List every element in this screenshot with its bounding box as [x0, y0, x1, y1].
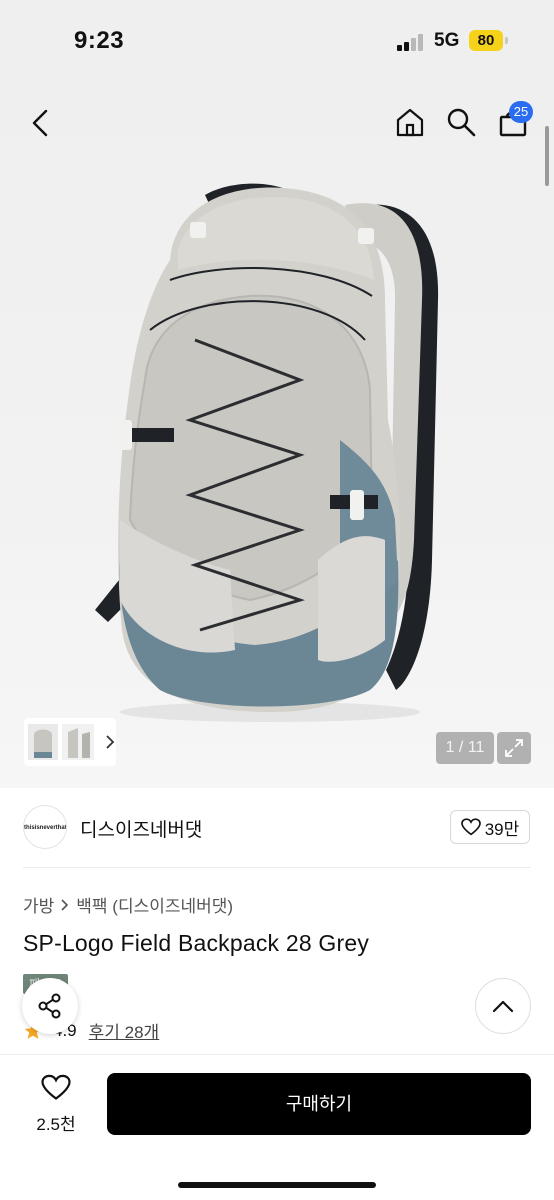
cart-count-badge: 25 [509, 101, 533, 123]
wish-button[interactable]: 2.5천 [24, 1074, 88, 1135]
network-label: 5G [434, 30, 460, 51]
back-button[interactable] [22, 105, 58, 141]
home-indicator [178, 1182, 376, 1188]
brand-logo-text: thisisneverthat [24, 825, 67, 831]
heart-icon [460, 818, 481, 836]
battery-tip [505, 37, 508, 44]
expand-icon [505, 739, 523, 757]
breadcrumb-subcategory[interactable]: 백팩 (디스이즈네버댓) [76, 892, 233, 917]
breadcrumb: 가방 백팩 (디스이즈네버댓) [23, 892, 233, 917]
brand-like-button[interactable]: 39만 [450, 810, 530, 844]
search-button[interactable] [442, 103, 480, 141]
thumbnail-strip[interactable] [24, 718, 116, 766]
home-button[interactable] [391, 103, 429, 141]
brand-logo[interactable]: thisisneverthat [23, 805, 67, 849]
chevron-right-icon [106, 735, 115, 749]
search-icon [447, 108, 476, 137]
battery-icon: 80 [469, 30, 503, 51]
divider [23, 867, 531, 868]
signal-icon [397, 34, 425, 51]
scrollbar[interactable] [545, 126, 549, 186]
review-link[interactable]: 후기 28개 [89, 1018, 160, 1043]
chevron-right-icon [61, 898, 69, 911]
thumbnail-images [28, 724, 94, 760]
heart-icon [41, 1074, 71, 1100]
backpack-illustration [95, 183, 439, 722]
breadcrumb-category[interactable]: 가방 [23, 892, 54, 917]
buy-button[interactable]: 구매하기 [107, 1073, 531, 1135]
share-icon [38, 993, 61, 1019]
share-button[interactable] [22, 978, 78, 1034]
brand-like-count: 39만 [484, 819, 520, 839]
product-image[interactable] [0, 80, 554, 788]
chevron-left-icon [32, 109, 48, 137]
home-icon [396, 108, 424, 137]
status-bar: 9:23 5G 80 [0, 0, 554, 80]
expand-button[interactable] [497, 732, 531, 764]
chevron-up-icon [492, 1000, 514, 1013]
image-counter: 1 / 11 [436, 732, 494, 764]
brand-name[interactable]: 디스이즈네버댓 [80, 815, 202, 842]
product-title: SP-Logo Field Backpack 28 Grey [23, 930, 370, 956]
scroll-top-button[interactable] [475, 978, 531, 1034]
wish-count: 2.5천 [36, 1115, 76, 1134]
status-time: 9:23 [74, 27, 125, 54]
